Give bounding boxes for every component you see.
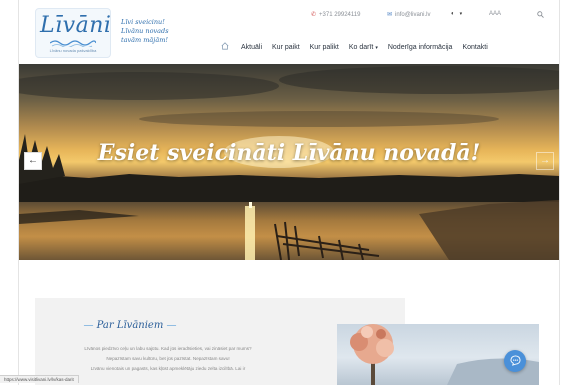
font-size-label: AAA	[489, 11, 502, 17]
phone-icon: ✆	[311, 12, 317, 18]
email-link[interactable]: ✉ info@livani.lv	[387, 11, 431, 19]
font-size-control[interactable]: AAA	[489, 11, 501, 17]
nav-item-kur-paikt[interactable]: Kur paikt	[272, 44, 300, 51]
site-logo[interactable]: Līvāni Līvānu novada pašvaldība	[35, 8, 111, 58]
arrow-right-icon: →	[540, 155, 550, 166]
nav-item-kur-palikt[interactable]: Kur palikt	[310, 44, 339, 51]
phone-number: +371 29924119	[319, 11, 361, 18]
chevron-down-icon: ▾	[375, 44, 378, 51]
about-line: Līvānu vienotais un pagasts, kas kļūst a…	[90, 366, 246, 371]
slogan-line: Līvi sveicinu!	[121, 18, 165, 26]
home-icon	[221, 42, 229, 50]
title-dash: —	[166, 320, 177, 331]
slogan-line: tavām mājām!	[121, 36, 168, 44]
search-icon	[537, 11, 544, 18]
hero-title: Esiet sveicināti Līvānu novadā!	[97, 140, 481, 166]
about-title: — Par Līvāniem —	[35, 320, 225, 331]
nav-item-ko-darit[interactable]: Ko darīt ▾	[349, 44, 378, 51]
slogan-line: Līvānu novads	[121, 27, 169, 35]
chat-button[interactable]	[504, 350, 526, 372]
status-bar-url: https://www.visitlivani.lv/lv/kas-darit	[0, 375, 79, 383]
chat-bubble-icon	[509, 355, 521, 366]
about-line: Nepazīstam savu kultūru, bet jūs pazīsta…	[106, 356, 230, 361]
phone-link[interactable]: ✆ +371 29924119	[311, 11, 361, 19]
slogan: Līvi sveicinu! Līvānu novads tavām mājām…	[121, 18, 169, 45]
nav-item-noderiga-informacija[interactable]: Noderīga informācija	[388, 44, 453, 51]
arrow-left-icon: ←	[28, 155, 38, 166]
slider-next-button[interactable]: →	[536, 152, 554, 170]
slider-prev-button[interactable]: ←	[24, 152, 42, 170]
email-address: info@livani.lv	[395, 11, 431, 18]
contrast-icon: ◐	[451, 11, 455, 17]
hero-slider: Esiet sveicināti Līvānu novadā! ← →	[19, 64, 559, 260]
about-title-text: Par Līvāniem	[96, 320, 164, 331]
nav-item-aktuali[interactable]: Aktuāli	[241, 44, 262, 51]
contrast-toggle[interactable]: ◐ ▾	[451, 11, 462, 17]
main-nav: Aktuāli Kur paikt Kur palikt Ko darīt ▾ N…	[221, 42, 498, 52]
nav-item-kontakti[interactable]: Kontakti	[462, 44, 487, 51]
logo-wordmark: Līvāni	[40, 13, 112, 38]
about-text: Līvānos piedzīvo ceļu un labu sajūtu. Ka…	[53, 344, 283, 374]
about-line: Līvānos piedzīvo ceļu un labu sajūtu. Ka…	[84, 346, 252, 351]
home-link[interactable]	[221, 42, 229, 52]
search-button[interactable]	[537, 11, 544, 18]
chevron-down-icon: ▾	[459, 11, 463, 17]
mail-icon: ✉	[387, 12, 393, 18]
logo-wave-icon	[50, 40, 96, 47]
browser-page: Līvāni Līvānu novada pašvaldība Līvi sve…	[18, 0, 560, 385]
nav-item-label: Ko darīt	[348, 43, 374, 51]
logo-subtitle: Līvānu novada pašvaldība	[49, 48, 97, 53]
title-dash: —	[83, 320, 94, 331]
